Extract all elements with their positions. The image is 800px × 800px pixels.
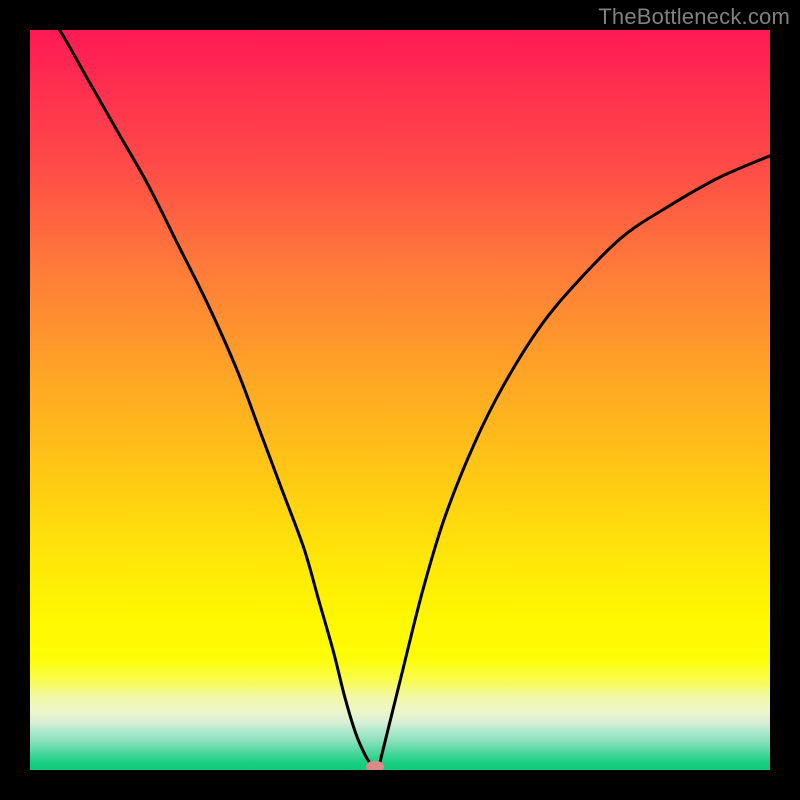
watermark-text: TheBottleneck.com [598,4,790,30]
bottleneck-curve [30,30,770,769]
plot-area [30,30,770,770]
chart-frame: TheBottleneck.com [0,0,800,800]
min-marker [366,761,384,770]
curve-svg [30,30,770,770]
